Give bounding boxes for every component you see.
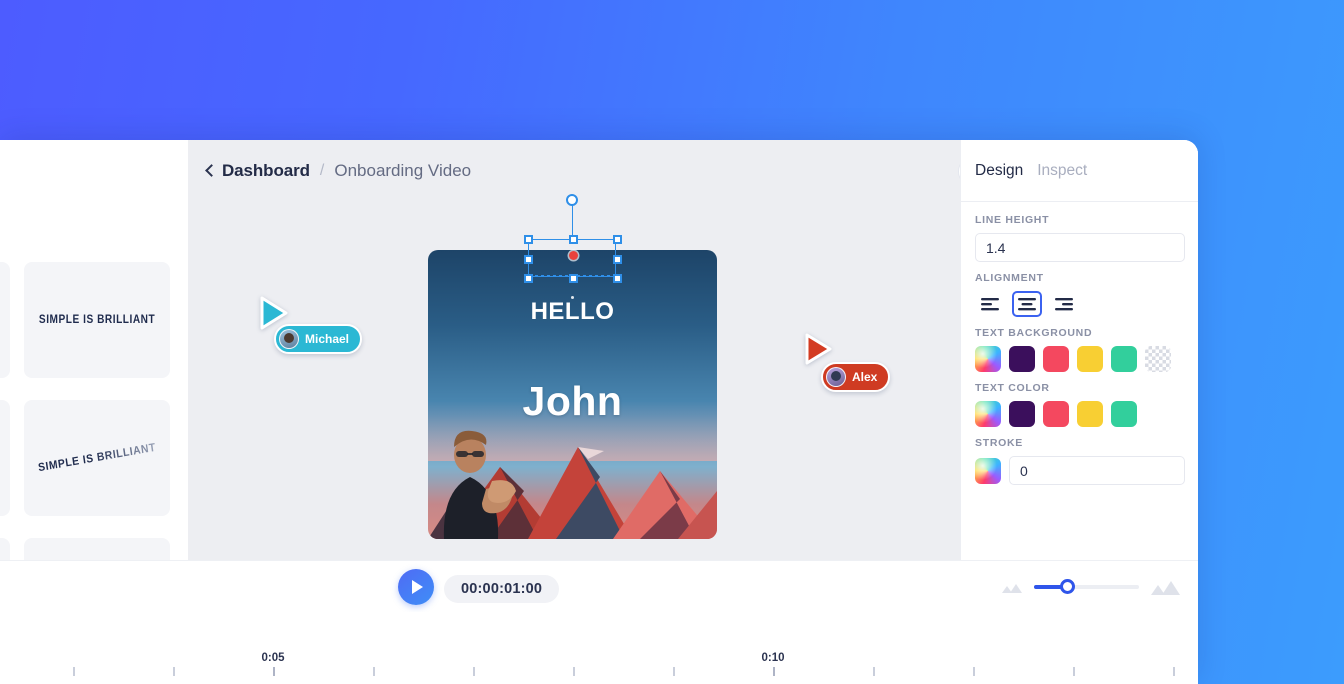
resize-handle-sw[interactable]: [524, 274, 533, 283]
ruler-label: 0:10: [761, 652, 785, 664]
mountain-small-icon[interactable]: [1001, 580, 1023, 594]
remote-cursor-dot: [569, 251, 578, 260]
cursor-arrow-icon: [805, 333, 832, 365]
resize-handle-se[interactable]: [613, 274, 622, 283]
text-background-label: TEXT BACKGROUND: [975, 327, 1093, 339]
template-label: SIMPLE IS BRILLIANT: [37, 441, 157, 475]
align-right-icon: [1055, 297, 1073, 310]
align-left-icon: [981, 297, 999, 310]
ruler-label: 0:05: [261, 652, 285, 664]
play-icon: [412, 580, 423, 594]
text-color-label: TEXT COLOR: [975, 382, 1050, 394]
swatch-purple[interactable]: [1009, 401, 1035, 427]
chevron-left-icon[interactable]: [204, 164, 214, 178]
inspector-panel: Design Inspect LINE HEIGHT ALIGNMENT: [960, 140, 1198, 560]
resize-handle-w[interactable]: [524, 254, 533, 264]
template-thumbnail[interactable]: SIMPLE IS BRILLIANT: [0, 262, 10, 378]
slider-thumb[interactable]: [1060, 579, 1075, 594]
swatch-picker-custom[interactable]: [975, 346, 1001, 372]
hello-text-layer[interactable]: HELLO: [428, 298, 717, 326]
align-left-button[interactable]: [975, 291, 1005, 317]
resize-handle-s[interactable]: [568, 274, 578, 283]
ruler-tick: [1173, 667, 1175, 676]
line-height-label: LINE HEIGHT: [975, 214, 1050, 226]
rotation-handle-stem: [571, 205, 573, 239]
swatch-green[interactable]: [1111, 346, 1137, 372]
mountain-large-icon[interactable]: [1150, 578, 1180, 596]
template-thumbnail[interactable]: SIMPLE IS BRILLIANT: [24, 400, 170, 516]
transport-bar: 00:00:01:00: [0, 560, 1198, 614]
template-thumbnail[interactable]: [0, 538, 10, 560]
template-thumbnail[interactable]: [24, 538, 170, 560]
breadcrumb-root-link[interactable]: Dashboard: [222, 161, 310, 181]
resize-handle-ne[interactable]: [613, 235, 622, 244]
ruler-tick: [473, 667, 475, 676]
collaborator-label[interactable]: Alex: [821, 362, 891, 392]
ruler-tick: [573, 667, 575, 676]
ruler-tick: [73, 667, 75, 676]
alignment-label: ALIGNMENT: [975, 272, 1044, 284]
align-right-button[interactable]: [1049, 291, 1079, 317]
alignment-options: [975, 291, 1185, 317]
ruler-tick: [173, 667, 175, 676]
stroke-width-input[interactable]: [1009, 456, 1185, 485]
template-thumbnail[interactable]: SIMPLE IS BRILLIANT: [0, 400, 10, 516]
avatar: [279, 329, 299, 349]
stroke-color-swatch[interactable]: [975, 457, 1001, 484]
swatch-picker-custom[interactable]: [975, 401, 1001, 427]
align-center-icon: [1018, 297, 1036, 310]
collaborator-name: Michael: [305, 332, 350, 346]
inspector-tabs: Design Inspect: [961, 140, 1198, 202]
resize-handle-nw[interactable]: [524, 235, 533, 244]
template-thumbnail[interactable]: SIMPLE IS BRILLIANT: [24, 262, 170, 378]
timeline-ruler[interactable]: 0:05 0:10: [0, 612, 1198, 684]
breadcrumb-current: Onboarding Video: [334, 161, 472, 180]
swatch-red[interactable]: [1043, 346, 1069, 372]
ruler-tick: [1073, 667, 1075, 676]
tab-inspect[interactable]: Inspect: [1037, 162, 1087, 180]
name-text-layer[interactable]: John: [428, 378, 717, 425]
breadcrumb-separator: /: [319, 162, 325, 179]
person-silhouette: [443, 430, 516, 539]
swatch-yellow[interactable]: [1077, 401, 1103, 427]
ruler-tick-major: [773, 667, 775, 676]
template-rail: SIMPLE IS BRILLIANT SIMPLE IS BRILLIANT …: [0, 140, 188, 560]
avatar: [826, 367, 846, 387]
swatch-yellow[interactable]: [1077, 346, 1103, 372]
swatch-red[interactable]: [1043, 401, 1069, 427]
inspector-body: LINE HEIGHT ALIGNMENT: [961, 202, 1198, 485]
swatch-transparent[interactable]: [1145, 346, 1171, 372]
resize-handle-n[interactable]: [568, 235, 578, 244]
video-preview-frame[interactable]: HELLO John: [428, 250, 717, 539]
ruler-tick: [873, 667, 875, 676]
line-height-input[interactable]: [975, 233, 1185, 262]
timeline-zoom-slider[interactable]: [1034, 579, 1139, 594]
timeline-zoom-control: [1001, 561, 1180, 613]
ruler-tick: [673, 667, 675, 676]
breadcrumb: Dashboard / Onboarding Video: [204, 161, 471, 181]
align-center-button[interactable]: [1012, 291, 1042, 317]
stroke-label: STROKE: [975, 437, 1023, 449]
collaborator-name: Alex: [852, 370, 878, 384]
resize-handle-e[interactable]: [613, 254, 622, 264]
canvas-anchor-dot: [571, 296, 574, 299]
swatch-purple[interactable]: [1009, 346, 1035, 372]
rotation-handle[interactable]: [566, 194, 578, 206]
play-button[interactable]: [398, 569, 434, 605]
text-background-swatches: [975, 346, 1185, 372]
template-label: SIMPLE IS BRILLIANT: [38, 314, 156, 326]
tab-design[interactable]: Design: [975, 162, 1023, 180]
collaborator-label[interactable]: Michael: [274, 324, 363, 354]
timecode-display[interactable]: 00:00:01:00: [444, 575, 560, 603]
ruler-tick: [973, 667, 975, 676]
stroke-controls: [975, 456, 1185, 485]
text-color-swatches: [975, 401, 1185, 427]
ruler-tick: [373, 667, 375, 676]
swatch-green[interactable]: [1111, 401, 1137, 427]
ruler-tick-major: [273, 667, 275, 676]
